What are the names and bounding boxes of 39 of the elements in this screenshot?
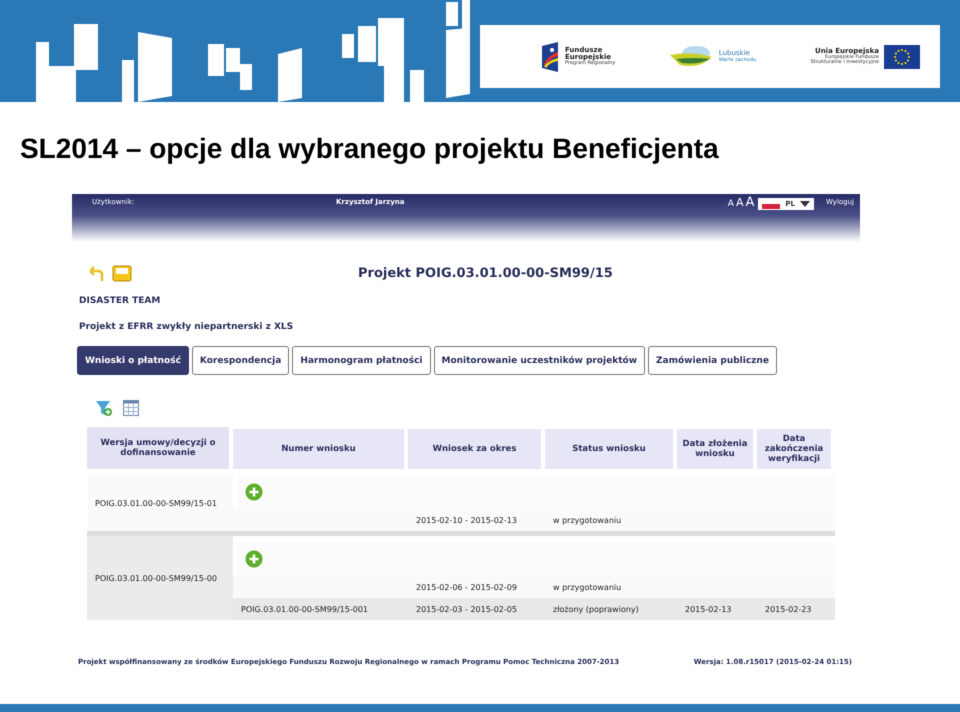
- team-name: DISASTER TEAM: [79, 296, 162, 306]
- filter-add-icon[interactable]: [95, 399, 113, 417]
- column-header: Data zakończenia weryfikacji: [757, 429, 831, 469]
- flag-icon: [540, 42, 560, 72]
- column-header: Wersja umowy/decyzji o dofinansowanie: [87, 427, 229, 469]
- tab[interactable]: Korespondencja: [192, 346, 290, 375]
- column-header: Numer wniosku: [233, 429, 404, 469]
- folder-icon[interactable]: [112, 264, 132, 282]
- eu-flag-icon: [884, 44, 920, 68]
- column-header: Wniosek za okres: [408, 429, 541, 469]
- tab[interactable]: Wnioski o płatność: [77, 346, 189, 375]
- tab[interactable]: Zamówienia publiczne: [648, 346, 777, 375]
- table-cell: 2015-02-10 - 2015-02-13: [416, 516, 517, 524]
- caret-icon: [800, 201, 810, 207]
- table-cell: 2015-02-06 - 2015-02-09: [416, 582, 517, 592]
- add-icon[interactable]: [245, 483, 263, 501]
- table-cell: POIG.03.01.00-00-SM99/15-001: [241, 604, 368, 614]
- column-header: Data złożenia wniosku: [677, 429, 753, 469]
- table-cell: POIG.03.01.00-00-SM99/15-00: [87, 536, 233, 620]
- font-size-link[interactable]: A: [746, 198, 754, 208]
- table-cell: POIG.03.01.00-00-SM99/15-01: [87, 475, 233, 531]
- project-title: Projekt POIG.03.01.00-00-SM99/15: [358, 266, 613, 280]
- table-cell: 2015-02-03 - 2015-02-05: [416, 604, 517, 614]
- swoosh-icon: [670, 44, 714, 68]
- table-cell: 2015-02-23: [765, 604, 812, 614]
- table-cell: w przygotowaniu: [553, 516, 622, 524]
- tab[interactable]: Harmonogram płatności: [292, 346, 430, 375]
- table-cell: 2015-02-13: [685, 604, 732, 614]
- slide-title: SL2014 – opcje dla wybranego projektu Beneficjenta: [20, 132, 720, 166]
- undo-icon[interactable]: [90, 265, 104, 281]
- column-header: Status wniosku: [545, 429, 673, 469]
- project-type: Projekt z EFRR zwykły niepartnerski z XLS: [79, 322, 294, 332]
- table-icon[interactable]: [123, 400, 139, 416]
- table-cell: w przygotowaniu: [553, 582, 622, 592]
- tab[interactable]: Monitorowanie uczestników projektów: [434, 346, 646, 375]
- add-icon[interactable]: [245, 550, 263, 568]
- font-size-link[interactable]: A: [736, 198, 744, 208]
- table-cell: złożony (poprawiony): [553, 604, 639, 614]
- font-size-link[interactable]: A: [728, 199, 734, 209]
